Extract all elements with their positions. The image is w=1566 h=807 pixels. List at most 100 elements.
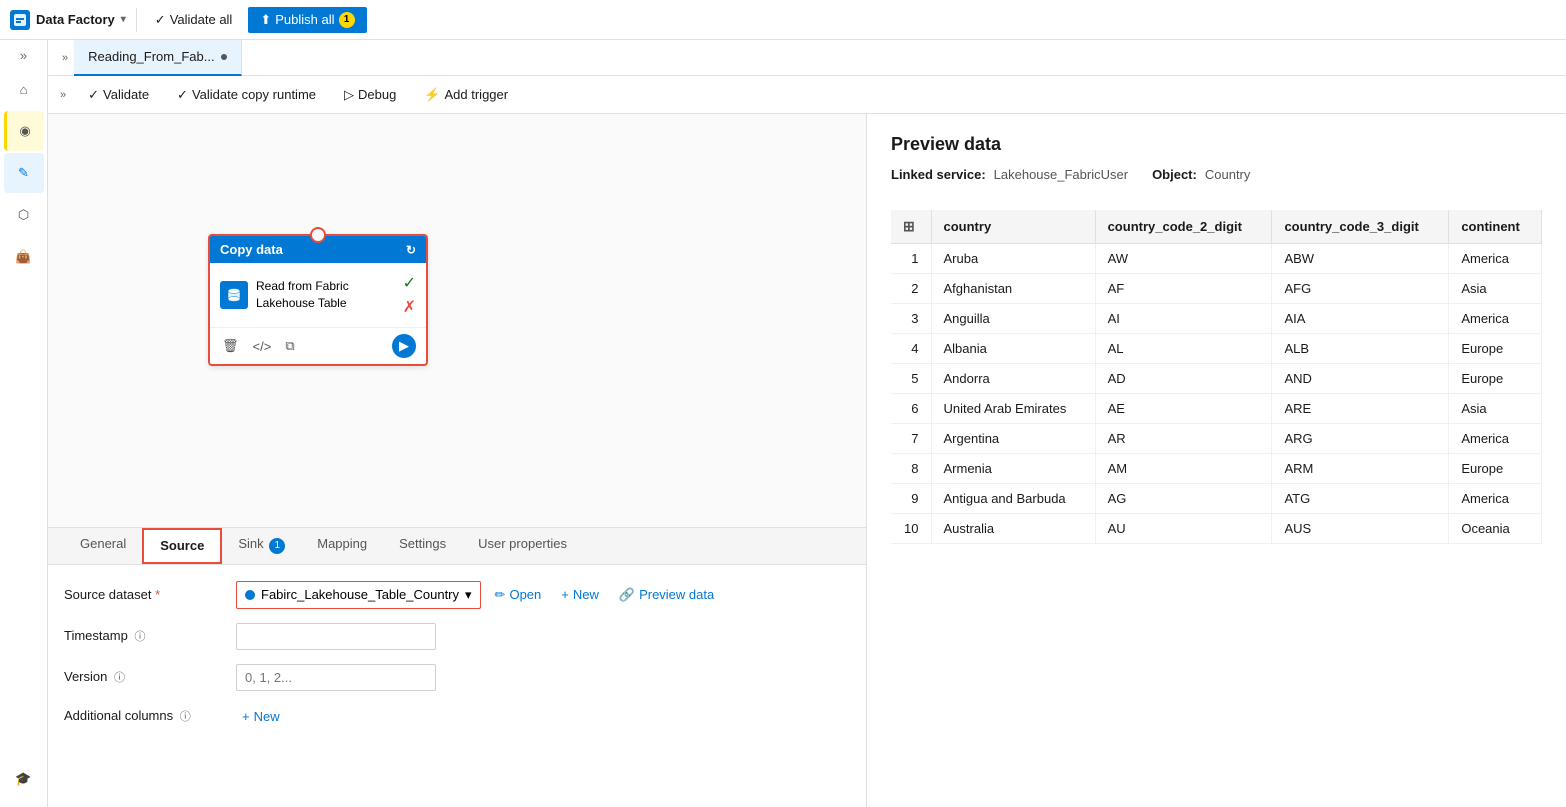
validate-copy-label: Validate copy runtime bbox=[192, 87, 316, 102]
panel-source-content: Source dataset * Fabirc_Lakehouse_Table_… bbox=[48, 565, 866, 807]
validate-button[interactable]: ✓ Validate bbox=[82, 83, 155, 107]
debug-label: Debug bbox=[358, 87, 396, 102]
plus-icon: + bbox=[561, 587, 569, 602]
toolbar-expand-icon[interactable]: » bbox=[60, 89, 66, 101]
cell-continent: America bbox=[1449, 244, 1542, 274]
add-trigger-button[interactable]: ⚡ Add trigger bbox=[418, 83, 514, 107]
tab-mapping[interactable]: Mapping bbox=[301, 528, 383, 564]
validate-check-icon: ✓ bbox=[88, 87, 99, 103]
tab-settings[interactable]: Settings bbox=[383, 528, 462, 564]
cell-continent: America bbox=[1449, 304, 1542, 334]
open-dataset-button[interactable]: ✏ Open bbox=[489, 583, 548, 607]
cell-country: Albania bbox=[931, 334, 1095, 364]
table-row: 7 Argentina AR ARG America bbox=[891, 424, 1542, 454]
tab-expand-icon[interactable]: » bbox=[56, 48, 74, 68]
required-star: * bbox=[155, 587, 160, 602]
row-num: 8 bbox=[891, 454, 931, 484]
tab-reading-from-fab[interactable]: Reading_From_Fab... bbox=[74, 40, 241, 76]
sidebar-item-manage[interactable]: 👜 bbox=[4, 237, 44, 277]
sidebar-item-factory[interactable]: ⬡ bbox=[4, 195, 44, 235]
tab-general[interactable]: General bbox=[64, 528, 142, 564]
cell-code3: AUS bbox=[1272, 514, 1449, 544]
timestamp-info-icon: ⓘ bbox=[134, 631, 145, 643]
version-label: Version ⓘ bbox=[64, 669, 224, 685]
version-input[interactable] bbox=[236, 664, 436, 691]
node-success-icon: ✓ bbox=[403, 273, 416, 293]
preview-meta: Linked service: Lakehouse_FabricUser Obj… bbox=[891, 167, 1542, 182]
object-label: Object: bbox=[1152, 167, 1197, 182]
table-row: 4 Albania AL ALB Europe bbox=[891, 334, 1542, 364]
cell-continent: America bbox=[1449, 424, 1542, 454]
app-chevron[interactable]: ▾ bbox=[121, 14, 126, 25]
col-icon: ⊞ bbox=[891, 210, 931, 244]
publish-all-button[interactable]: ⬆ Publish all 1 bbox=[248, 7, 366, 33]
node-code-button[interactable]: </> bbox=[251, 337, 274, 356]
col-code3: country_code_3_digit bbox=[1272, 210, 1449, 244]
dataset-select-inner: Fabirc_Lakehouse_Table_Country bbox=[245, 587, 459, 602]
row-num: 6 bbox=[891, 394, 931, 424]
logo-icon bbox=[10, 10, 30, 30]
validate-copy-runtime-button[interactable]: ✓ Validate copy runtime bbox=[171, 83, 322, 107]
additional-columns-row: Additional columns ⓘ + New bbox=[64, 705, 850, 728]
node-delete-button[interactable]: 🗑 bbox=[220, 336, 241, 356]
row-num: 2 bbox=[891, 274, 931, 304]
cell-code2: AR bbox=[1095, 424, 1272, 454]
panel-tabs: General Source Sink 1 Mapping bbox=[48, 528, 866, 565]
cell-country: Antigua and Barbuda bbox=[931, 484, 1095, 514]
validate-all-button[interactable]: ✓ Validate all bbox=[147, 8, 241, 32]
cell-code2: AW bbox=[1095, 244, 1272, 274]
preview-panel: Preview data Linked service: Lakehouse_F… bbox=[866, 114, 1566, 807]
cell-code2: AG bbox=[1095, 484, 1272, 514]
additional-columns-label: Additional columns ⓘ bbox=[64, 708, 224, 724]
timestamp-input[interactable] bbox=[236, 623, 436, 650]
home-icon: ⌂ bbox=[20, 82, 28, 97]
sidebar-item-home[interactable]: ⌂ bbox=[4, 69, 44, 109]
debug-button[interactable]: ▷ Debug bbox=[338, 83, 402, 107]
copy-data-node[interactable]: Copy data ↻ bbox=[208, 234, 428, 366]
table-row: 1 Aruba AW ABW America bbox=[891, 244, 1542, 274]
sidebar-item-edit[interactable]: ✎ bbox=[4, 153, 44, 193]
linked-service-value: Lakehouse_FabricUser bbox=[994, 167, 1128, 182]
preview-data-button[interactable]: 🔗 Preview data bbox=[613, 583, 720, 607]
main-container: » ⌂ ◉ ✎ ⬡ 👜 🎓 » Reading_From_Fab... bbox=[0, 40, 1566, 807]
cell-country: Armenia bbox=[931, 454, 1095, 484]
dataset-select[interactable]: Fabirc_Lakehouse_Table_Country ▾ bbox=[236, 581, 481, 609]
linked-service-label: Linked service: bbox=[891, 167, 986, 182]
table-row: 8 Armenia AM ARM Europe bbox=[891, 454, 1542, 484]
pipeline-toolbar: » ✓ Validate ✓ Validate copy runtime ▷ D… bbox=[48, 76, 1566, 114]
validate-check-icon: ✓ bbox=[155, 12, 166, 28]
sidebar-item-monitor[interactable]: ◉ bbox=[4, 111, 44, 151]
tab-unsaved-dot bbox=[221, 54, 227, 60]
preview-table: ⊞ country country_code_2_digit country_c… bbox=[891, 210, 1542, 544]
sidebar-expand-icon[interactable]: » bbox=[16, 44, 31, 67]
row-num: 9 bbox=[891, 484, 931, 514]
table-row: 5 Andorra AD AND Europe bbox=[891, 364, 1542, 394]
tab-sink-label: Sink bbox=[238, 536, 263, 551]
cell-continent: Asia bbox=[1449, 394, 1542, 424]
node-copy-button[interactable]: ⧉ bbox=[283, 336, 296, 356]
add-additional-column-button[interactable]: + New bbox=[236, 705, 286, 728]
trigger-icon: ⚡ bbox=[424, 87, 440, 103]
tab-source[interactable]: Source bbox=[142, 528, 222, 564]
pipeline-canvas[interactable]: Copy data ↻ bbox=[48, 114, 866, 527]
table-row: 10 Australia AU AUS Oceania bbox=[891, 514, 1542, 544]
node-refresh-icon[interactable]: ↻ bbox=[406, 243, 416, 257]
tab-sink[interactable]: Sink 1 bbox=[222, 528, 301, 564]
factory-icon: ⬡ bbox=[18, 207, 29, 223]
add-col-label: New bbox=[254, 709, 280, 724]
version-info-icon: ⓘ bbox=[114, 672, 125, 684]
additional-info-icon: ⓘ bbox=[180, 711, 191, 723]
tab-source-label: Source bbox=[160, 538, 204, 553]
cell-code3: ARG bbox=[1272, 424, 1449, 454]
tab-user-properties[interactable]: User properties bbox=[462, 528, 583, 564]
canvas-and-panel: Copy data ↻ bbox=[48, 114, 866, 807]
tab-mapping-label: Mapping bbox=[317, 536, 367, 551]
node-body: Read from Fabric Lakehouse Table ✓ ✗ bbox=[210, 263, 426, 327]
table-header-row: ⊞ country country_code_2_digit country_c… bbox=[891, 210, 1542, 244]
node-run-button[interactable]: ▶ bbox=[392, 334, 416, 358]
sidebar-item-learn[interactable]: 🎓 bbox=[4, 759, 44, 799]
cell-country: Aruba bbox=[931, 244, 1095, 274]
timestamp-label: Timestamp ⓘ bbox=[64, 628, 224, 644]
new-dataset-button[interactable]: + New bbox=[555, 583, 605, 606]
publish-icon: ⬆ bbox=[260, 12, 271, 28]
